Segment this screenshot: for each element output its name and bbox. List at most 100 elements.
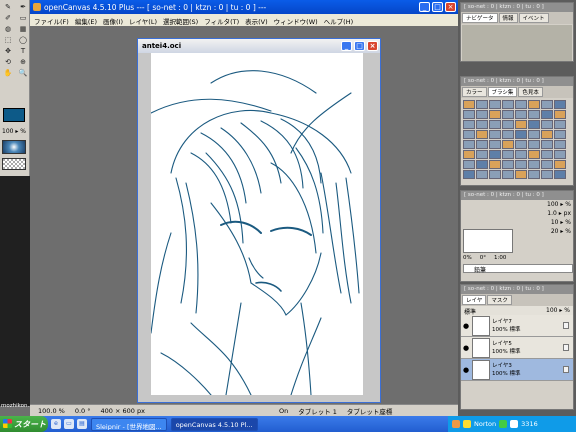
zoom-icon[interactable]: 🔍 [16,68,30,78]
drawing-canvas[interactable] [151,53,363,395]
brush-preset-cell[interactable] [554,120,566,129]
menu-view[interactable]: 表示(V) [245,16,268,26]
brush-preset-cell[interactable] [463,120,475,129]
document-titlebar[interactable]: antei4.oci _ □ × [138,39,380,53]
tray-network-icon[interactable] [499,420,508,428]
brush-preset-cell[interactable] [541,150,553,159]
brush-preset-cell[interactable] [554,170,566,179]
tab-layer[interactable]: レイヤ [462,295,487,305]
brush-preset-cell[interactable] [476,140,488,149]
tray-app-icon[interactable] [452,420,460,428]
brush-preset-cell[interactable] [515,110,527,119]
close-button[interactable]: × [445,2,456,12]
brush-preset-cell[interactable] [515,170,527,179]
brush-preset-cell[interactable] [502,100,514,109]
brush-preset-cell[interactable] [502,120,514,129]
brush-preset-cell[interactable] [515,130,527,139]
brush-preset-cell[interactable] [554,140,566,149]
brush-preset-cell[interactable] [528,140,540,149]
hand-icon[interactable]: ✋ [1,68,15,78]
size-value[interactable]: 1.0 ▸ px [547,210,571,217]
quicklaunch-ie-icon[interactable]: e [51,419,61,429]
brush-preset-cell[interactable] [463,130,475,139]
hardness-value[interactable]: 20 ▸ % [551,228,571,235]
brush-preset-cell[interactable] [515,160,527,169]
brush-preset-cell[interactable] [541,120,553,129]
tab-color[interactable]: カラー [462,87,487,97]
menu-file[interactable]: ファイル(F) [34,16,69,26]
opacity-value[interactable]: 100 ▸ % [547,201,571,208]
brush-preset-cell[interactable] [463,170,475,179]
select-icon[interactable]: ⬚ [1,35,15,45]
menu-filter[interactable]: フィルタ(T) [204,16,239,26]
brush-icon[interactable]: ✒ [16,2,30,12]
tray-volume-icon[interactable] [510,420,519,428]
brush-preset-cell[interactable] [476,110,488,119]
lock-icon[interactable] [563,322,569,329]
pen-icon[interactable]: ✎ [1,2,15,12]
brush-preset-cell[interactable] [489,170,501,179]
tray-security-icon[interactable] [463,420,471,428]
quicklaunch-folder-icon[interactable]: ▤ [77,419,87,429]
brush-preset-cell[interactable] [554,100,566,109]
minimize-button[interactable]: _ [419,2,430,12]
layer-row-selected[interactable]: ● レイヤ3 100% 標準 [461,359,573,381]
brush-preset-cell[interactable] [528,160,540,169]
brush-preset-cell[interactable] [489,140,501,149]
brush-preset-cell[interactable] [463,100,475,109]
taskbar-button-opencanvas[interactable]: openCanvas 4.5.10 Pl... [170,417,258,431]
density-value[interactable]: 10 ▸ % [551,219,571,226]
layer-row[interactable]: ● レイヤ5 100% 標準 [461,337,573,359]
rotate-icon[interactable]: ⟲ [1,57,15,67]
bucket-icon[interactable]: ◍ [1,24,15,34]
brush-preset-cell[interactable] [528,120,540,129]
navigator-preview[interactable] [462,25,572,61]
brush-preset-cell[interactable] [489,150,501,159]
brush-name[interactable]: 鉛筆 [463,264,573,274]
menu-window[interactable]: ウィンドウ(W) [274,16,318,26]
brush-preset-cell[interactable] [528,150,540,159]
brush-preset-cell[interactable] [541,110,553,119]
brush-preset-cell[interactable] [528,130,540,139]
brush-preset-cell[interactable] [502,140,514,149]
airbrush-icon[interactable]: ✐ [1,13,15,23]
brush-preset-cell[interactable] [489,110,501,119]
eyedropper-icon[interactable]: ⊕ [16,57,30,67]
brush-preset-cell[interactable] [554,110,566,119]
current-color-swatch[interactable] [3,108,25,122]
brush-preset-cell[interactable] [489,130,501,139]
brush-preset-cell[interactable] [476,150,488,159]
brush-preset-cell[interactable] [515,140,527,149]
brush-preset-cell[interactable] [554,130,566,139]
brush-preset-cell[interactable] [528,110,540,119]
brush-preset-cell[interactable] [476,170,488,179]
brush-preset-cell[interactable] [476,130,488,139]
menu-selection[interactable]: 選択範囲(S) [163,16,198,26]
eraser-icon[interactable]: ▭ [16,13,30,23]
brush-preset-cell[interactable] [489,100,501,109]
tab-swatch[interactable]: 色見本 [518,87,543,97]
brush-preset-cell[interactable] [541,160,553,169]
taskbar-button-sleipnir[interactable]: Sleipnir - [世界地図... [91,417,167,431]
brush-preset-cell[interactable] [476,100,488,109]
brush-preset-cell[interactable] [541,100,553,109]
brush-preset-cell[interactable] [463,160,475,169]
tab-mask[interactable]: マスク [487,295,512,305]
brush-preset-cell[interactable] [554,150,566,159]
brush-preset-cell[interactable] [515,150,527,159]
menu-image[interactable]: 画像(I) [103,16,123,26]
tab-navigator[interactable]: ナビゲータ [462,13,498,23]
start-button[interactable]: スタート [0,416,48,432]
brush-preset-cell[interactable] [489,160,501,169]
app-titlebar[interactable]: openCanvas 4.5.10 Plus --- [ so-net : 0 … [30,0,458,14]
layer-blend-mode[interactable]: 標準 [464,307,476,316]
quicklaunch-desktop-icon[interactable]: ▭ [64,419,74,429]
brush-preset-cell[interactable] [541,140,553,149]
transparency-swatch[interactable] [2,158,26,170]
text-icon[interactable]: T [16,46,30,56]
brush-preset-cell[interactable] [541,170,553,179]
brush-preset-cell[interactable] [476,120,488,129]
doc-minimize-button[interactable]: _ [341,41,352,51]
eye-icon[interactable]: ● [462,322,470,330]
menu-help[interactable]: ヘルプ(H) [324,16,353,26]
